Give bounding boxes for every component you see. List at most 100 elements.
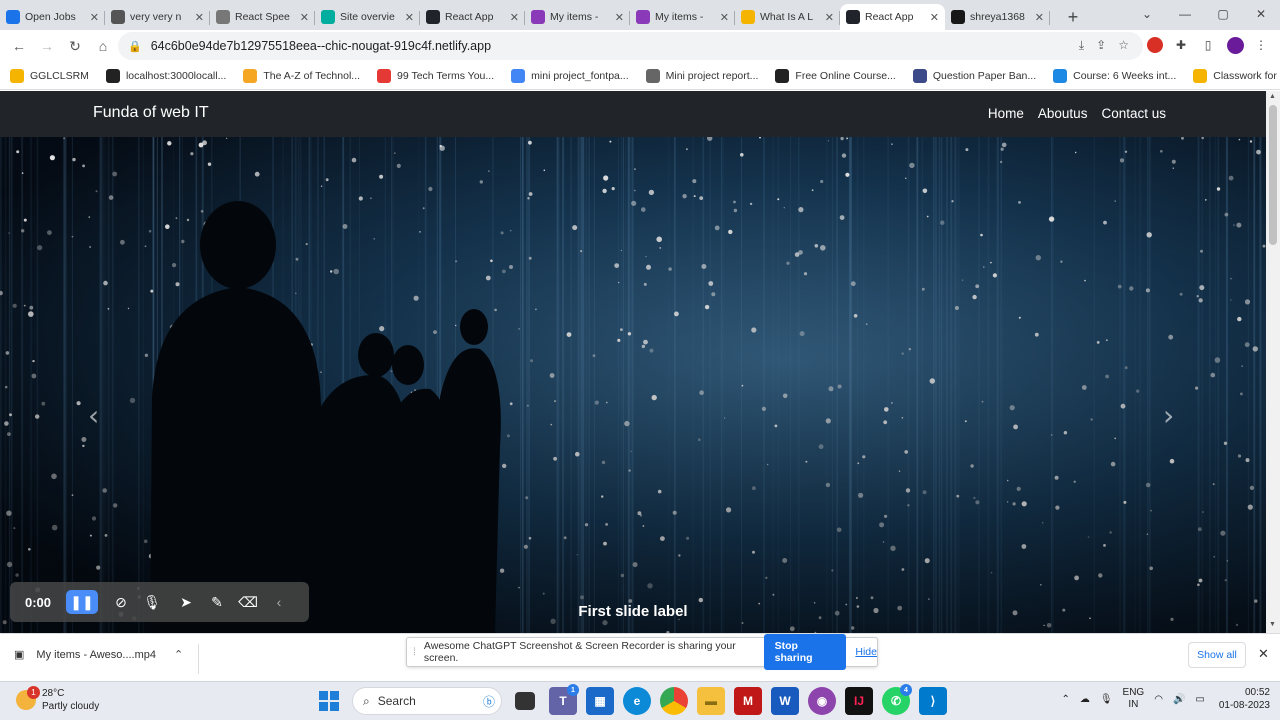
address-bar[interactable]: 🔒 64c6b0e94de7b12975518eea--chic-nougat-… (118, 32, 1143, 60)
language-indicator[interactable]: ENG IN (1123, 687, 1145, 711)
lock-icon[interactable]: 🔒 (128, 40, 142, 53)
bookmark-item[interactable]: 99 Tech Terms You... (377, 68, 494, 83)
bookmark-item[interactable]: Mini project report... (645, 68, 758, 83)
browser-tab[interactable]: My items - ✕ (525, 4, 630, 30)
maximize-icon[interactable]: ▢ (1204, 0, 1242, 28)
back-icon[interactable]: ← (6, 33, 32, 59)
word-icon[interactable]: W (771, 687, 799, 715)
microphone-icon[interactable]: 🎙 (137, 588, 167, 616)
scroll-up-icon[interactable]: ▲ (1269, 93, 1276, 100)
task-view-icon[interactable] (515, 692, 535, 710)
jetbrains-icon[interactable]: IJ (845, 687, 873, 715)
extensions-puzzle-icon[interactable]: ✚ (1170, 34, 1192, 56)
menu-icon[interactable]: ⋮ (1250, 34, 1272, 56)
tab-close-icon[interactable]: ✕ (405, 11, 414, 24)
browser-tab[interactable]: What Is A L ✕ (735, 4, 840, 30)
bing-icon: ⓑ (482, 694, 495, 709)
chevron-down-icon[interactable]: ⌄ (1128, 0, 1166, 28)
close-icon[interactable]: ✕ (1258, 646, 1269, 662)
bookmark-item[interactable]: Free Online Course... (775, 68, 896, 83)
eraser-icon[interactable]: ⌫ (233, 588, 263, 616)
chevron-up-icon[interactable]: ⌃ (174, 648, 183, 661)
onedrive-icon[interactable]: ☁ (1080, 694, 1090, 705)
browser-tab[interactable]: My items - ✕ (630, 4, 735, 30)
side-panel-icon[interactable]: ▯ (1197, 34, 1219, 56)
tab-close-icon[interactable]: ✕ (1035, 11, 1044, 24)
carousel-prev-icon[interactable]: ‹ (88, 399, 99, 432)
microphone-icon[interactable]: 🎙 (1100, 694, 1113, 705)
camera-off-icon[interactable]: ⊘ (106, 588, 136, 616)
bookmark-item[interactable]: mini project_fontpa... (511, 68, 629, 83)
install-icon[interactable]: ⤓ (1079, 38, 1084, 53)
podcast-icon[interactable]: ◉ (808, 687, 836, 715)
tab-close-icon[interactable]: ✕ (720, 11, 729, 24)
browser-tab[interactable]: shreya1368 ✕ (945, 4, 1050, 30)
browser-tab-strip: Open Jobs ✕ very very n ✕ React Spee ✕ Site ov… (0, 0, 1280, 30)
bookmark-item[interactable]: Classwork for PPS 2... (1193, 68, 1280, 83)
wifi-icon[interactable]: ◠ (1154, 694, 1163, 705)
drag-handle-icon[interactable]: ⁞ (413, 646, 416, 658)
tab-close-icon[interactable]: ✕ (510, 11, 519, 24)
nav-link-aboutus[interactable]: Aboutus (1038, 106, 1088, 121)
reload-icon[interactable]: ↻ (62, 33, 88, 59)
volume-icon[interactable]: 🔊 (1173, 694, 1185, 705)
tab-close-icon[interactable]: ✕ (615, 11, 624, 24)
tab-close-icon[interactable]: ✕ (195, 11, 204, 24)
extension-recorder-icon[interactable] (1144, 34, 1166, 56)
chevron-up-icon[interactable]: ⌃ (1061, 694, 1069, 705)
bookmark-item[interactable]: The A-Z of Technol... (243, 68, 360, 83)
browser-tab[interactable]: Site overvie ✕ (315, 4, 420, 30)
bookmark-item[interactable]: localhost:3000locall... (105, 68, 226, 83)
whatsapp-icon[interactable]: ✆ 4 (882, 684, 912, 715)
chrome-icon[interactable] (660, 687, 688, 715)
tab-close-icon[interactable]: ✕ (90, 11, 99, 24)
home-icon[interactable]: ⌂ (90, 33, 116, 59)
pen-icon[interactable]: ✎ (202, 588, 232, 616)
windows-start-icon[interactable] (315, 687, 343, 715)
edge-icon[interactable]: e (623, 687, 651, 715)
new-tab-button[interactable]: + (1060, 4, 1086, 30)
stop-sharing-button[interactable]: Stop sharing (763, 634, 847, 670)
bookmark-star-icon[interactable]: ☆ (1118, 38, 1129, 53)
browser-tab[interactable]: React App ✕ (840, 4, 945, 30)
share-icon[interactable]: ⇪ (1096, 38, 1106, 53)
hide-link[interactable]: Hide (855, 646, 877, 658)
tab-close-icon[interactable]: ✕ (300, 11, 309, 24)
teams-icon[interactable]: T1 (549, 684, 579, 715)
pause-icon[interactable]: ❚❚ (66, 590, 98, 614)
mcafee-icon[interactable]: M (734, 687, 762, 715)
carousel-next-icon[interactable]: › (1163, 399, 1174, 432)
battery-icon[interactable]: ▭ (1195, 694, 1204, 705)
bookmark-item[interactable]: Question Paper Ban... (912, 68, 1036, 83)
site-brand[interactable]: Funda of web IT (93, 104, 209, 122)
browser-tab[interactable]: very very n ✕ (105, 4, 210, 30)
show-all-button[interactable]: Show all (1188, 642, 1246, 668)
forward-icon[interactable]: → (34, 33, 60, 59)
profile-avatar[interactable] (1224, 34, 1246, 56)
tab-close-icon[interactable]: ✕ (930, 11, 939, 24)
tab-title: React App (445, 11, 494, 23)
clock[interactable]: 00:52 01-08-2023 (1219, 686, 1270, 712)
vscode-icon[interactable]: ⟩ (919, 687, 947, 715)
file-explorer-icon[interactable]: ▬ (697, 687, 725, 715)
taskbar-search[interactable]: ⌕ Search ⓑ (352, 687, 502, 715)
store-icon[interactable]: ▦ (586, 687, 614, 715)
nav-link-home[interactable]: Home (988, 106, 1024, 121)
tab-close-icon[interactable]: ✕ (825, 11, 834, 24)
nav-link-contact[interactable]: Contact us (1101, 106, 1166, 121)
download-item[interactable]: ▣ My items - Aweso....mp4 ⌃ (14, 648, 183, 662)
browser-tab[interactable]: React Spee ✕ (210, 4, 315, 30)
weather-widget[interactable]: 1 28°C Partly cloudy (16, 686, 99, 713)
bookmark-item[interactable]: Course: 6 Weeks int... (1053, 68, 1176, 83)
cursor-icon[interactable]: ➤ (171, 588, 201, 616)
minimize-icon[interactable]: — (1166, 0, 1204, 28)
browser-tab[interactable]: Open Jobs ✕ (0, 4, 105, 30)
collapse-icon[interactable]: ‹ (264, 588, 294, 616)
scroll-down-icon[interactable]: ▼ (1269, 621, 1276, 628)
bookmark-item[interactable]: GGLCLSRM (10, 68, 89, 83)
page-scrollbar[interactable]: ▲ ▼ (1266, 91, 1280, 633)
close-icon[interactable]: ✕ (1242, 0, 1280, 28)
scroll-thumb[interactable] (1269, 105, 1277, 245)
browser-tab[interactable]: React App ✕ (420, 4, 525, 30)
windows-taskbar: 1 28°C Partly cloudy ⌕ Search ⓑ T1 ▦ e ▬… (0, 681, 1280, 720)
